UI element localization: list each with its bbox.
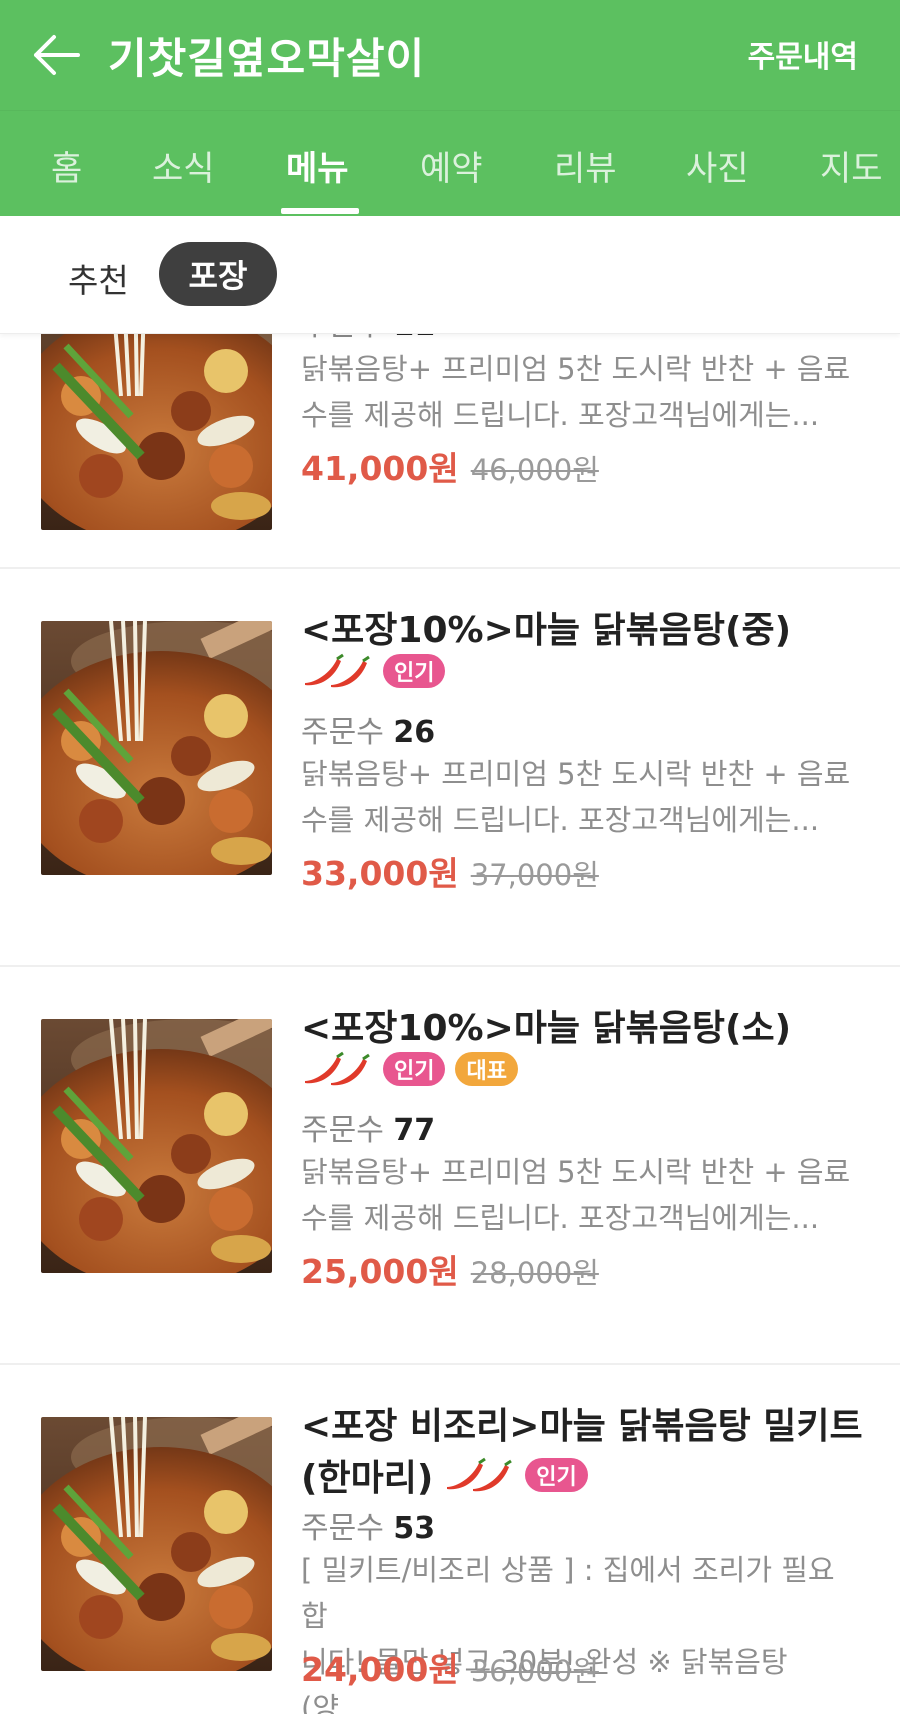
price-row: 41,000원 46,000원 bbox=[301, 442, 599, 490]
tab-map[interactable]: 지도 bbox=[820, 141, 883, 190]
menu-item-name: <포장10%>마늘 닭볶음탕(소) bbox=[301, 1008, 792, 1049]
sale-price: 25,000원 bbox=[301, 1252, 459, 1291]
chili-pepper-icon bbox=[305, 653, 370, 688]
menu-item-name-line2: (한마리) bbox=[301, 1458, 434, 1499]
menu-item-photo bbox=[41, 1019, 272, 1273]
sale-price: 41,000원 bbox=[301, 449, 459, 488]
tab-bar: 홈 소식 메뉴 예약 리뷰 사진 지도 bbox=[0, 110, 900, 216]
divider bbox=[0, 965, 900, 967]
category-chips: 추천 포장 bbox=[0, 216, 900, 334]
menu-list: 주문수 11 닭볶음탕+ 프리미엄 5찬 도시락 반찬 + 음료 수를 제공해 … bbox=[0, 334, 900, 1714]
menu-item-description: 닭볶음탕+ 프리미엄 5찬 도시락 반찬 + 음료 수를 제공해 드립니다. 포… bbox=[301, 1155, 851, 1235]
order-count: 주문수 77 bbox=[301, 1113, 436, 1148]
menu-item-photo bbox=[41, 334, 272, 530]
popular-badge: 인기 bbox=[383, 1052, 446, 1086]
price-row: 25,000원 28,000원 bbox=[301, 1245, 599, 1293]
original-price: 28,000원 bbox=[470, 1256, 599, 1290]
original-price: 46,000원 bbox=[470, 453, 599, 487]
back-button[interactable] bbox=[26, 25, 86, 85]
menu-item-photo bbox=[41, 1417, 272, 1671]
chip-takeout[interactable]: 포장 bbox=[159, 242, 277, 306]
order-history-link[interactable]: 주문내역 bbox=[748, 32, 858, 76]
order-count: 주문수 26 bbox=[301, 715, 436, 750]
active-tab-indicator bbox=[281, 208, 359, 214]
chili-pepper-icon bbox=[305, 1051, 370, 1086]
menu-item-description: 닭볶음탕+ 프리미엄 5찬 도시락 반찬 + 음료 수를 제공해 드립니다. 포… bbox=[301, 757, 851, 837]
badges: 인기 bbox=[301, 653, 446, 689]
tab-home[interactable]: 홈 bbox=[51, 141, 82, 190]
signature-badge: 대표 bbox=[455, 1052, 518, 1086]
order-count: 주문수 53 bbox=[301, 1511, 436, 1546]
arrow-left-icon bbox=[34, 35, 80, 75]
price-row: 33,000원 37,000원 bbox=[301, 847, 599, 895]
sale-price: 24,000원 bbox=[301, 1650, 459, 1689]
badges: (한마리) 인기 bbox=[301, 1449, 588, 1501]
popular-badge: 인기 bbox=[525, 1458, 588, 1492]
page-title: 기찻길옆오막살이 bbox=[108, 33, 426, 83]
tab-reviews[interactable]: 리뷰 bbox=[554, 141, 617, 190]
menu-item-photo bbox=[41, 621, 272, 875]
order-count: 주문수 11 bbox=[301, 334, 435, 344]
app-bar: 기찻길옆오막살이 주문내역 bbox=[0, 0, 900, 110]
menu-item-description: 닭볶음탕+ 프리미엄 5찬 도시락 반찬 + 음료 수를 제공해 드립니다. 포… bbox=[301, 352, 851, 432]
tab-reservation[interactable]: 예약 bbox=[420, 141, 483, 190]
tab-news[interactable]: 소식 bbox=[152, 141, 215, 190]
sale-price: 33,000원 bbox=[301, 854, 459, 893]
badges: 인기 대표 bbox=[301, 1051, 518, 1087]
price-row: 24,000원 36,000원 bbox=[301, 1643, 599, 1691]
menu-item-name: <포장10%>마늘 닭볶음탕(중) bbox=[301, 610, 792, 651]
divider bbox=[0, 1363, 900, 1365]
original-price: 37,000원 bbox=[470, 858, 599, 892]
menu-item-name: <포장 비조리>마늘 닭볶음탕 밀키트 bbox=[301, 1406, 863, 1447]
original-price: 36,000원 bbox=[470, 1654, 599, 1688]
chili-pepper-icon bbox=[447, 1457, 513, 1492]
tab-menu[interactable]: 메뉴 bbox=[286, 141, 349, 190]
chip-recommend[interactable]: 추천 bbox=[68, 254, 129, 302]
tab-photos[interactable]: 사진 bbox=[686, 141, 749, 190]
divider bbox=[0, 567, 900, 569]
popular-badge: 인기 bbox=[383, 654, 446, 688]
